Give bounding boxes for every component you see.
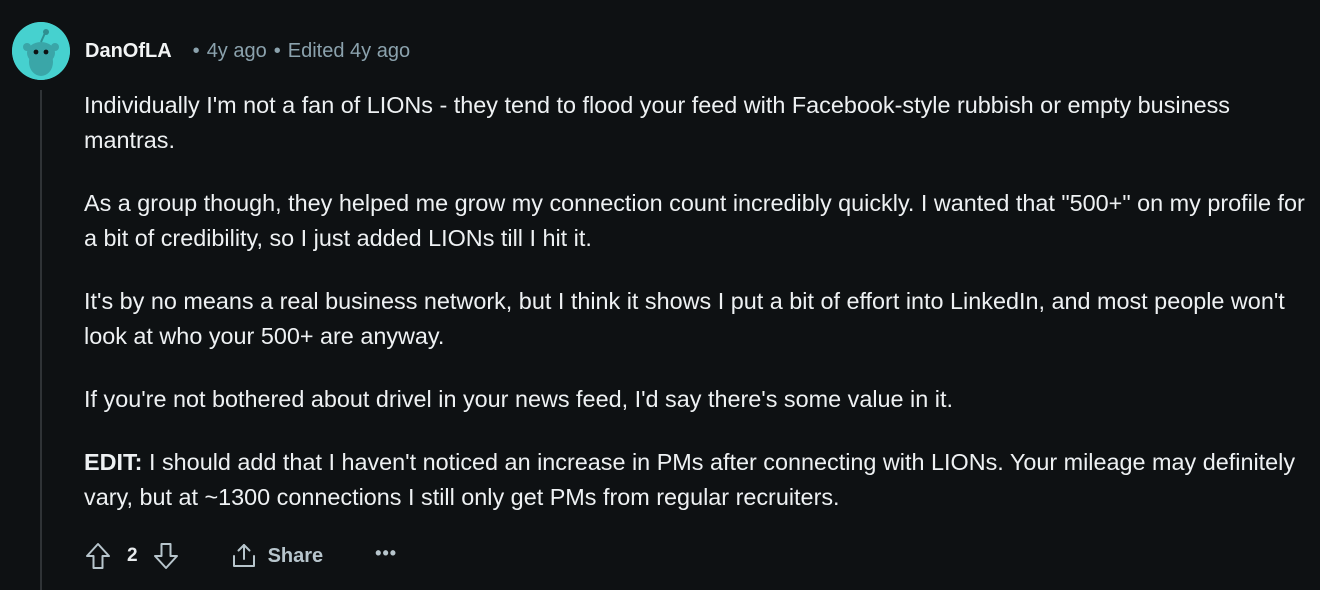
comment-meta: • 4y ago • Edited 4y ago — [186, 40, 410, 63]
comment-paragraph: It's by no means a real business network… — [84, 288, 1285, 349]
upvote-arrow-icon — [86, 543, 110, 569]
edited-label: Edited 4y ago — [287, 39, 411, 62]
comment: DanOfLA • 4y ago • Edited 4y ago Individual… — [0, 0, 1320, 590]
meta-separator: • — [273, 39, 281, 62]
thread-line[interactable] — [40, 90, 42, 590]
share-button[interactable]: Share — [230, 542, 324, 570]
comment-paragraph: Individually I'm not a fan of LIONs - th… — [84, 92, 1230, 153]
comment-paragraph: If you're not bothered about drivel in y… — [84, 386, 953, 412]
meta-separator: • — [192, 39, 200, 62]
author-name[interactable]: DanOfLA — [85, 40, 172, 63]
downvote-arrow-icon — [153, 543, 178, 569]
snoo-avatar-icon — [12, 22, 70, 80]
downvote-button[interactable] — [152, 540, 180, 572]
edit-paragraph: EDIT: I should add that I haven't notice… — [84, 445, 1314, 515]
vote-score: 2 — [127, 545, 138, 566]
comment-paragraph: As a group though, they helped me grow m… — [84, 190, 1305, 251]
upvote-button[interactable] — [84, 540, 112, 572]
comment-actions: 2 Share ••• — [84, 538, 397, 574]
share-label: Share — [267, 544, 324, 567]
edit-text: I should add that I haven't noticed an i… — [84, 449, 1296, 510]
more-options-button[interactable]: ••• — [375, 543, 397, 564]
share-icon — [232, 544, 255, 567]
edit-label: EDIT: — [84, 449, 143, 475]
comment-body: Individually I'm not a fan of LIONs - th… — [84, 88, 1314, 515]
comment-age: 4y ago — [206, 39, 267, 62]
comment-header: DanOfLA • 4y ago • Edited 4y ago — [12, 22, 410, 80]
avatar[interactable] — [12, 22, 70, 80]
